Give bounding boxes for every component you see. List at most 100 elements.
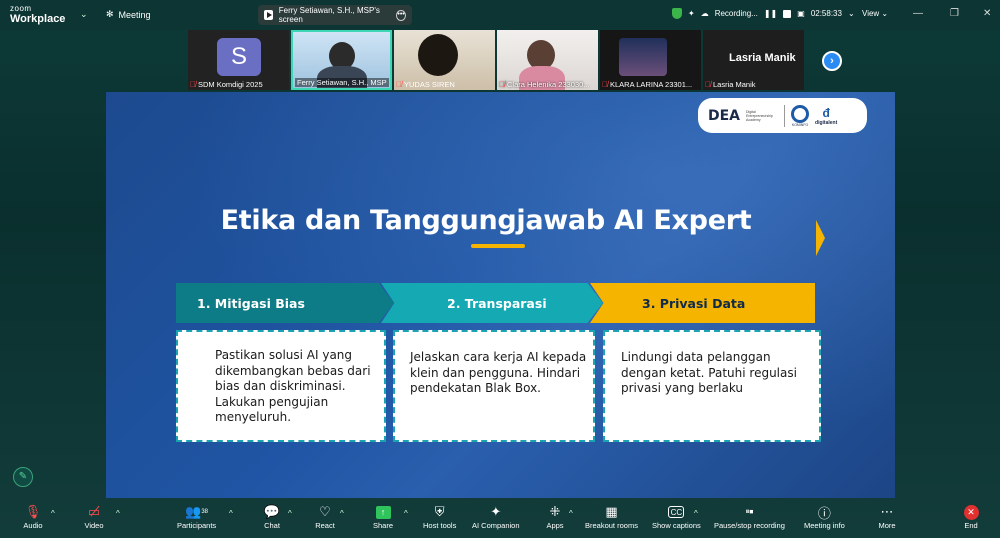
share-options-icon[interactable]: ••• xyxy=(396,9,406,21)
mic-muted-icon: 🎙̸ xyxy=(602,80,608,89)
react-label: React xyxy=(315,521,335,530)
participants-label: Participants xyxy=(177,521,217,530)
meeting-info-button[interactable]: ⓘ Meeting info xyxy=(804,503,845,531)
chat-icon: 💬 xyxy=(263,504,281,519)
host-tools-button[interactable]: ⛨ Host tools xyxy=(423,503,456,530)
minimize-icon[interactable]: — xyxy=(913,8,923,19)
participant-name: KLARA LARINA 23301... xyxy=(610,80,693,89)
react-options-chevron-icon[interactable]: ^ xyxy=(340,509,344,518)
paw-icon: ✻ xyxy=(106,9,114,19)
view-label: View xyxy=(862,9,880,18)
participant-name: Lasria Manik xyxy=(713,80,756,89)
more-label: More xyxy=(878,521,896,530)
participant-tile[interactable]: Lasria Manik 🎙̸ Lasria Manik xyxy=(703,30,804,90)
mic-muted-icon: 🎙̸ xyxy=(190,80,196,89)
dea-logo: DEA xyxy=(708,107,741,124)
video-off-icon: ▭̸ xyxy=(87,504,101,519)
participant-name-row: 🎙̸ SDM Komdigi 2025 xyxy=(190,80,263,89)
next-participants-button[interactable]: › xyxy=(822,51,842,71)
pause-stop-recording-button[interactable]: ⏸⏹ Pause/stop recording xyxy=(714,503,785,530)
recording-area: ✦ ☁ Recording... ❚❚ ▣ 02:58:33 ⌄ xyxy=(672,8,855,19)
participant-name: Clara Helenika 233030... xyxy=(507,80,590,89)
video-button[interactable]: ▭̸ Video xyxy=(83,503,105,530)
apps-button[interactable]: ⁜ Apps xyxy=(544,503,566,530)
participant-tile[interactable]: 🎙̸ YUDAS SIREN xyxy=(394,30,495,90)
restore-icon[interactable]: ❐ xyxy=(950,8,959,19)
participant-name-row: 🎙̸ Lasria Manik xyxy=(705,80,756,89)
meeting-toolbar: 🎙 Audio ^ ▭̸ Video ^ 👥 38 Participants ^ … xyxy=(0,500,1000,538)
video-options-chevron-icon[interactable]: ^ xyxy=(116,509,120,518)
participant-name-row: 🎙̸ KLARA LARINA 23301... xyxy=(602,80,692,89)
participant-tile[interactable]: 🎙̸ Clara Helenika 233030... xyxy=(497,30,598,90)
meeting-menu[interactable]: ✻ Meeting xyxy=(106,9,151,20)
captions-options-chevron-icon[interactable]: ^ xyxy=(694,509,698,518)
audio-options-chevron-icon[interactable]: ^ xyxy=(51,509,55,518)
participant-name: Ferry Setiawan, S.H., MSP xyxy=(297,78,387,87)
sponsor-logos: DEA Digital Entrepreneurship Academy KOM… xyxy=(698,98,867,133)
screen-share-pill[interactable]: Ferry Setiawan, S.H., MSP's screen ••• xyxy=(258,5,412,25)
komdigi-logo: KOMINFO xyxy=(791,104,810,127)
card-transparasi: Jelaskan cara kerja AI kepada klein dan … xyxy=(393,330,595,442)
audio-button[interactable]: 🎙 Audio xyxy=(22,503,44,530)
annotate-pencil-icon[interactable]: ✎ xyxy=(13,467,33,487)
participants-button[interactable]: 👥 38 Participants xyxy=(177,503,216,530)
mic-muted-icon: 🎙̸ xyxy=(396,80,402,89)
encryption-shield-icon[interactable] xyxy=(672,8,682,19)
participant-avatar: S xyxy=(217,38,261,76)
react-button[interactable]: ♡ React xyxy=(314,503,336,530)
ai-companion-button[interactable]: ✦ AI Companion xyxy=(472,503,520,530)
meeting-timer: 02:58:33 xyxy=(810,9,842,18)
close-icon[interactable]: ✕ xyxy=(983,8,991,19)
digitalent-logo-text: digitalent xyxy=(815,119,838,126)
share-pill-label: Ferry Setiawan, S.H., MSP's screen xyxy=(278,6,380,24)
chat-button[interactable]: 💬 Chat xyxy=(261,503,283,530)
share-screen-icon: ↑ xyxy=(375,505,391,519)
step-mitigasi-bias: 1. Mitigasi Bias xyxy=(176,283,394,323)
brand-menu-chevron-icon[interactable]: ⌄ xyxy=(80,9,88,20)
komdigi-logo-icon xyxy=(791,104,810,123)
heart-icon: ♡ xyxy=(319,504,331,519)
pause-stop-recording-icon: ⏸⏹ xyxy=(745,507,754,516)
participant-name-row: 🎙̸ YUDAS SIREN xyxy=(396,80,455,89)
more-button[interactable]: ⋯ More xyxy=(876,503,898,530)
participant-tile[interactable]: S 🎙̸ SDM Komdigi 2025 xyxy=(188,30,289,90)
card-privasi-data: Lindungi data pelanggan dengan ketat. Pa… xyxy=(603,330,821,442)
komdigi-logo-text: KOMINFO xyxy=(791,122,809,127)
meeting-info-label: Meeting info xyxy=(804,521,845,530)
end-label: End xyxy=(964,521,978,530)
audio-label: Audio xyxy=(23,521,43,530)
screen-share-icon xyxy=(264,10,273,20)
apps-options-chevron-icon[interactable]: ^ xyxy=(569,509,573,518)
share-options-chevron-icon[interactable]: ^ xyxy=(404,509,408,518)
participant-name: YUDAS SIREN xyxy=(404,80,455,89)
cloud-icon: ☁ xyxy=(700,9,709,18)
participant-strip: S 🎙̸ SDM Komdigi 2025 Ferry Setiawan, S.… xyxy=(188,30,813,90)
ai-sparkle-icon[interactable]: ✦ xyxy=(688,9,695,18)
participant-tile[interactable]: 🎙̸ KLARA LARINA 23301... xyxy=(600,30,701,90)
chevron-right-icon: › xyxy=(830,55,834,67)
view-button[interactable]: View ⌄ xyxy=(862,9,888,18)
end-button[interactable]: ✕ End xyxy=(960,503,982,530)
pause-recording-label: Pause/stop recording xyxy=(714,521,785,530)
chat-options-chevron-icon[interactable]: ^ xyxy=(288,509,292,518)
pause-recording-icon[interactable]: ❚❚ xyxy=(764,9,777,18)
step-privasi-data: 3. Privasi Data xyxy=(590,283,815,323)
participant-tile-active[interactable]: Ferry Setiawan, S.H., MSP xyxy=(291,30,392,90)
timer-chevron-icon[interactable]: ⌄ xyxy=(848,9,855,18)
stop-recording-icon[interactable] xyxy=(783,9,792,18)
breakout-rooms-button[interactable]: ▦ Breakout rooms xyxy=(585,503,638,530)
top-bar: zoom Workplace ⌄ ✻ Meeting Ferry Setiawa… xyxy=(0,0,1000,30)
share-button[interactable]: ↑ Share xyxy=(372,503,394,530)
end-call-icon: ✕ xyxy=(963,504,979,520)
brand-line2: Workplace xyxy=(10,13,66,25)
video-label: Video xyxy=(84,521,104,530)
participants-options-chevron-icon[interactable]: ^ xyxy=(229,509,233,518)
breakout-rooms-icon: ▦ xyxy=(605,504,618,519)
more-icon: ⋯ xyxy=(880,504,894,519)
title-underline xyxy=(471,244,525,248)
participant-name-row: Ferry Setiawan, S.H., MSP xyxy=(295,78,389,87)
recording-label: Recording... xyxy=(714,9,758,18)
timer-icon: ▣ xyxy=(797,9,805,18)
video-feed xyxy=(418,34,458,76)
participants-count: 38 xyxy=(201,509,209,515)
